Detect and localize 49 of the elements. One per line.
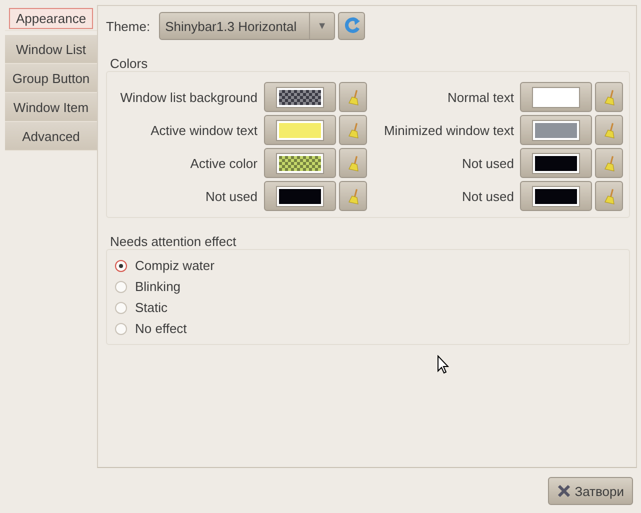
color-button[interactable] <box>264 115 336 145</box>
section-title: Colors <box>110 56 149 71</box>
radio-option[interactable]: No effect <box>115 321 621 336</box>
reset-button[interactable] <box>595 82 623 112</box>
color-button[interactable] <box>264 181 336 211</box>
reset-button[interactable] <box>338 115 366 145</box>
color-button[interactable] <box>520 115 592 145</box>
section-title: Needs attention effect <box>110 234 238 249</box>
radio-option[interactable]: Blinking <box>115 279 621 294</box>
broom-icon <box>602 88 616 106</box>
reset-button[interactable] <box>595 148 623 178</box>
close-icon <box>556 484 571 498</box>
color-button[interactable] <box>520 82 592 112</box>
broom-icon <box>602 187 616 205</box>
tab[interactable]: Window List <box>5 35 97 64</box>
broom-icon <box>346 88 360 106</box>
theme-dropdown[interactable]: Shinybar1.3 Horizontal ▼ <box>159 12 336 40</box>
color-button[interactable] <box>264 82 336 112</box>
color-label: Not used <box>460 188 515 204</box>
color-label: Active color <box>189 156 258 170</box>
close-button[interactable]: Затвори <box>548 477 633 505</box>
color-label: Not used <box>460 156 515 170</box>
broom-icon <box>346 121 360 139</box>
broom-icon <box>602 154 616 172</box>
color-label: Not used <box>204 188 258 204</box>
color-label: Minimized window text <box>382 122 515 138</box>
reset-button[interactable] <box>595 115 623 145</box>
reset-button[interactable] <box>595 181 623 211</box>
color-button[interactable] <box>520 181 592 211</box>
color-label: Window list background <box>119 90 258 104</box>
color-button[interactable] <box>520 148 592 178</box>
color-button[interactable] <box>264 148 336 178</box>
theme-label: Theme: <box>106 18 150 34</box>
broom-icon <box>602 121 616 139</box>
radio-option[interactable]: Compiz water <box>115 258 621 273</box>
color-label: Active window text <box>150 122 258 138</box>
radio-option[interactable]: Static <box>115 300 621 315</box>
broom-icon <box>346 154 360 172</box>
color-label: Normal text <box>446 90 515 104</box>
reset-button[interactable] <box>338 82 366 112</box>
tab[interactable]: Appearance <box>5 7 97 31</box>
tab[interactable]: Group Button <box>5 64 97 93</box>
tab[interactable]: Advanced <box>5 122 97 151</box>
pointer-icon <box>437 355 449 374</box>
refresh-button[interactable] <box>338 12 366 40</box>
broom-icon <box>346 187 360 205</box>
reset-button[interactable] <box>338 148 366 178</box>
reset-button[interactable] <box>338 181 366 211</box>
tab[interactable]: Window Item <box>5 93 97 122</box>
